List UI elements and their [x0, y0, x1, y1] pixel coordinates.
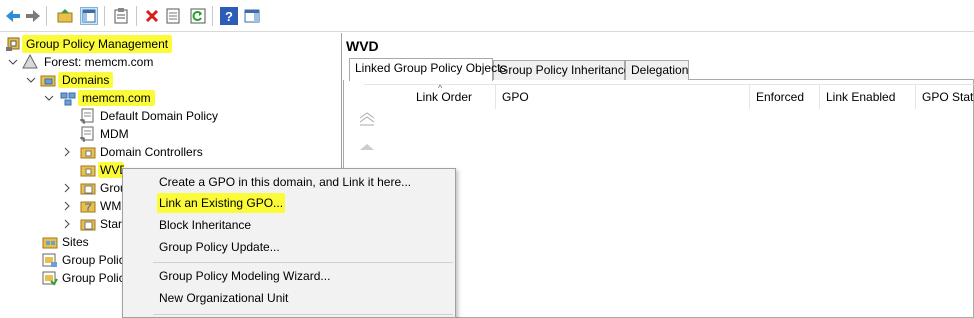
toolbar-separator — [212, 6, 213, 26]
properties-icon[interactable] — [164, 7, 182, 25]
tree-item-starter-gpos[interactable]: Star — [98, 216, 124, 232]
move-up-icon[interactable] — [358, 140, 376, 155]
refresh-icon[interactable] — [189, 7, 207, 25]
details-title: WVD — [346, 38, 379, 54]
menu-item-create-gpo[interactable]: Create a GPO in this domain, and Link it… — [157, 172, 413, 192]
tree-item-gpm-root[interactable]: Group Policy Management — [22, 35, 173, 53]
delete-icon[interactable] — [143, 7, 161, 25]
clipboard-icon[interactable] — [112, 7, 130, 25]
tree-item-sites[interactable]: Sites — [60, 234, 91, 250]
menu-item-gp-update[interactable]: Group Policy Update... — [157, 237, 282, 257]
ou-folder-icon — [80, 144, 96, 160]
column-enforced[interactable]: Enforced — [750, 85, 820, 109]
tree-item-default-domain-policy[interactable]: Default Domain Policy — [98, 108, 220, 124]
tree-item-gp-results[interactable]: Group Polic — [60, 270, 127, 286]
menu-item-new-ou[interactable]: New Organizational Unit — [157, 288, 290, 308]
sort-indicator-icon: ^ — [438, 85, 443, 93]
gp-modeling-icon — [42, 252, 58, 268]
column-gpo[interactable]: GPO — [496, 85, 750, 109]
tree-item-wvd[interactable]: WVD — [98, 162, 124, 178]
toolbar-separator — [104, 6, 105, 26]
move-top-icon[interactable] — [358, 110, 376, 129]
forward-arrow-icon[interactable] — [24, 7, 42, 25]
ou-folder-icon — [80, 162, 96, 178]
tree-item-mdm[interactable]: MDM — [98, 126, 131, 142]
action-pane-icon[interactable] — [243, 7, 261, 25]
chevron-down-icon[interactable] — [8, 57, 18, 67]
tab-delegation[interactable]: Delegation — [625, 60, 689, 80]
column-link-enabled[interactable]: Link Enabled — [820, 85, 916, 109]
domain-icon — [60, 90, 76, 106]
column-gpo-status[interactable]: GPO Status — [916, 85, 974, 109]
back-arrow-icon[interactable] — [4, 7, 22, 25]
column-link-order-label: Link Order — [416, 90, 473, 104]
menu-separator — [153, 262, 453, 263]
show-hide-tree-icon[interactable] — [80, 7, 98, 25]
gp-results-icon — [42, 270, 58, 286]
chevron-right-icon[interactable] — [62, 183, 72, 193]
menu-separator — [153, 314, 453, 315]
gpo-container-icon — [80, 180, 96, 196]
context-menu: Create a GPO in this domain, and Link it… — [122, 168, 456, 318]
gpo-link-icon — [80, 126, 96, 142]
chevron-right-icon[interactable] — [62, 201, 72, 211]
chevron-down-icon[interactable] — [44, 93, 54, 103]
tree-item-forest[interactable]: Forest: memcm.com — [42, 54, 155, 70]
tree-item-domains[interactable]: Domains — [58, 72, 114, 88]
domains-folder-icon — [40, 72, 56, 88]
chevron-right-icon[interactable] — [62, 147, 72, 157]
gpm-root-icon — [6, 35, 22, 51]
chevron-down-icon[interactable] — [26, 75, 36, 85]
toolbar-separator — [46, 6, 47, 26]
menu-item-link-existing-gpo[interactable]: Link an Existing GPO... — [157, 193, 286, 213]
column-link-order[interactable]: ^ Link Order — [410, 85, 496, 109]
menu-item-gp-modeling-wizard[interactable]: Group Policy Modeling Wizard... — [157, 266, 332, 286]
sites-icon — [42, 234, 58, 250]
starter-gpo-icon — [80, 216, 96, 232]
help-icon[interactable]: ? — [220, 7, 238, 25]
tab-gp-inheritance[interactable]: Group Policy Inheritance — [493, 60, 630, 80]
tree-item-domain[interactable]: memcm.com — [78, 90, 155, 106]
tree-item-domain-controllers[interactable]: Domain Controllers — [98, 144, 205, 160]
menu-item-block-inheritance[interactable]: Block Inheritance — [157, 215, 253, 235]
toolbar-separator — [136, 6, 137, 26]
forest-icon — [22, 53, 38, 70]
up-folder-icon[interactable] — [56, 7, 74, 25]
tree-item-wmi-filters[interactable]: WM — [98, 198, 123, 214]
toolbar: ? — [0, 0, 974, 32]
gpo-link-icon — [80, 108, 96, 124]
chevron-right-icon[interactable] — [62, 219, 72, 229]
tab-linked-gpos[interactable]: Linked Group Policy Objects — [349, 58, 506, 81]
tree-item-gp-modeling[interactable]: Group Polic — [60, 252, 127, 268]
tab-strip: Linked Group Policy Objects Group Policy… — [349, 58, 974, 81]
wmi-filter-icon — [80, 198, 96, 214]
